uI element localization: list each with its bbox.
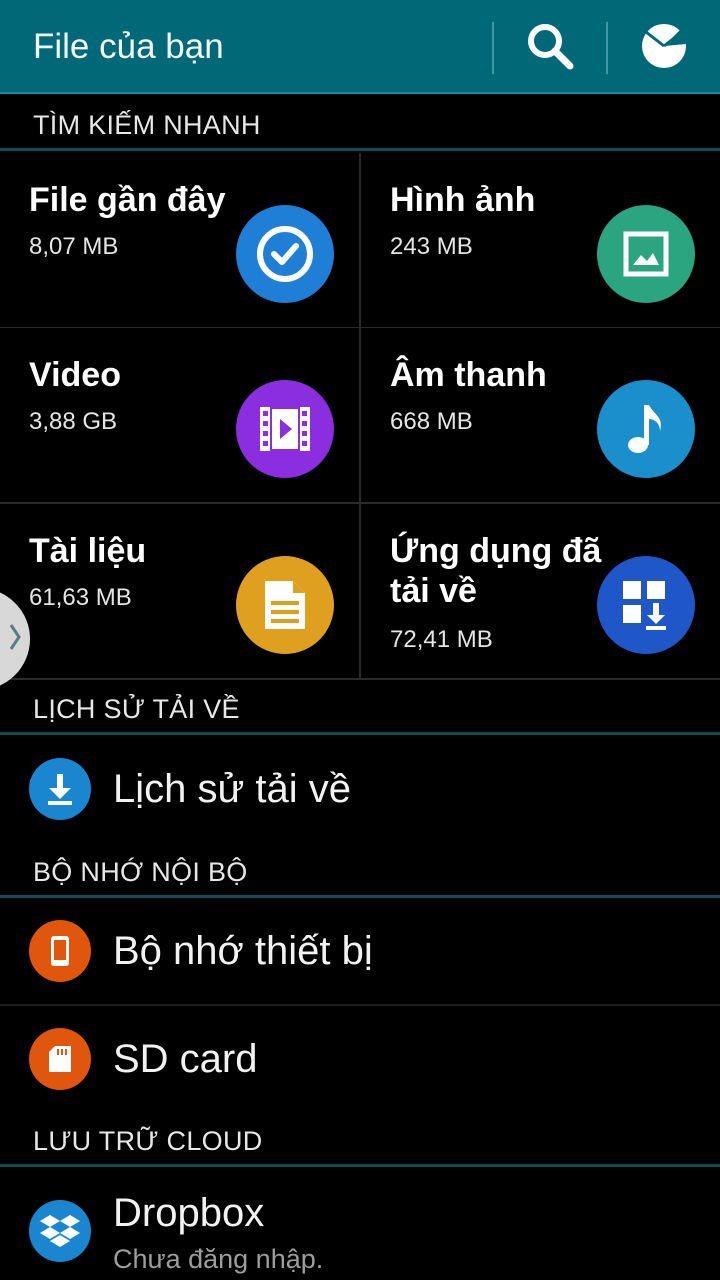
section-header-download-history: LỊCH SỬ TẢI VỀ: [0, 680, 720, 735]
tile-title: Âm thanh: [390, 356, 547, 394]
tile-size: 243 MB: [390, 233, 473, 260]
list-item-sd-card[interactable]: SD card: [0, 1006, 720, 1114]
section-header-internal-storage: BỘ NHỚ NỘI BỘ: [0, 843, 720, 898]
tile-title: Hình ảnh: [390, 181, 536, 219]
tile-size: 3,88 GB: [29, 408, 118, 435]
search-button[interactable]: [520, 20, 580, 76]
appbar-divider: [606, 22, 608, 74]
tile-size: 8,07 MB: [29, 233, 119, 260]
list-item-device-storage[interactable]: Bộ nhớ thiết bị: [0, 898, 720, 1006]
storage-usage-button[interactable]: [634, 20, 694, 76]
list-item-dropbox[interactable]: Dropbox Chưa đăng nhập.: [0, 1167, 720, 1280]
row-label: Bộ nhớ thiết bị: [113, 929, 373, 973]
phone-icon: [29, 920, 91, 982]
tile-title: Ứng dụng đã tải về: [390, 532, 602, 610]
row-label: Dropbox: [113, 1191, 265, 1235]
storage-usage-icon: [640, 22, 688, 75]
search-icon: [525, 21, 575, 76]
apps-download-icon: [597, 556, 695, 654]
section-header-cloud-storage: LƯU TRỮ CLOUD: [0, 1112, 720, 1167]
section-header-quick-search: TÌM KIẾM NHANH: [0, 96, 720, 151]
tile-size: 668 MB: [390, 408, 473, 435]
dropbox-icon: [29, 1200, 91, 1262]
row-sublabel: Chưa đăng nhập.: [113, 1244, 324, 1274]
tile-recent-files[interactable]: File gần đây 8,07 MB: [0, 153, 359, 327]
tile-audio[interactable]: Âm thanh 668 MB: [361, 328, 720, 502]
tile-documents[interactable]: Tài liệu 61,63 MB: [0, 504, 359, 678]
music-note-icon: [597, 380, 695, 478]
tile-downloaded-apps[interactable]: Ứng dụng đã tải về 72,41 MB: [361, 504, 720, 678]
tile-size: 61,63 MB: [29, 584, 132, 611]
tile-size: 72,41 MB: [390, 626, 493, 653]
image-icon: [597, 205, 695, 303]
video-icon: [236, 380, 334, 478]
page-title: File của bạn: [33, 27, 224, 66]
appbar-divider: [492, 22, 494, 74]
row-label: SD card: [113, 1037, 258, 1081]
tile-video[interactable]: Video 3,88 GB: [0, 328, 359, 502]
chevron-right-icon: [8, 622, 22, 657]
row-label: Lịch sử tải về: [113, 767, 351, 811]
sd-card-icon: [29, 1028, 91, 1090]
download-icon: [29, 758, 91, 820]
recent-check-icon: [236, 205, 334, 303]
app-bar: File của bạn: [0, 0, 720, 94]
list-item-download-history[interactable]: Lịch sử tải về: [0, 735, 720, 843]
tile-images[interactable]: Hình ảnh 243 MB: [361, 153, 720, 327]
tile-title: Video: [29, 356, 121, 394]
document-icon: [236, 556, 334, 654]
tile-title: File gần đây: [29, 181, 226, 219]
tile-title: Tài liệu: [29, 532, 147, 570]
